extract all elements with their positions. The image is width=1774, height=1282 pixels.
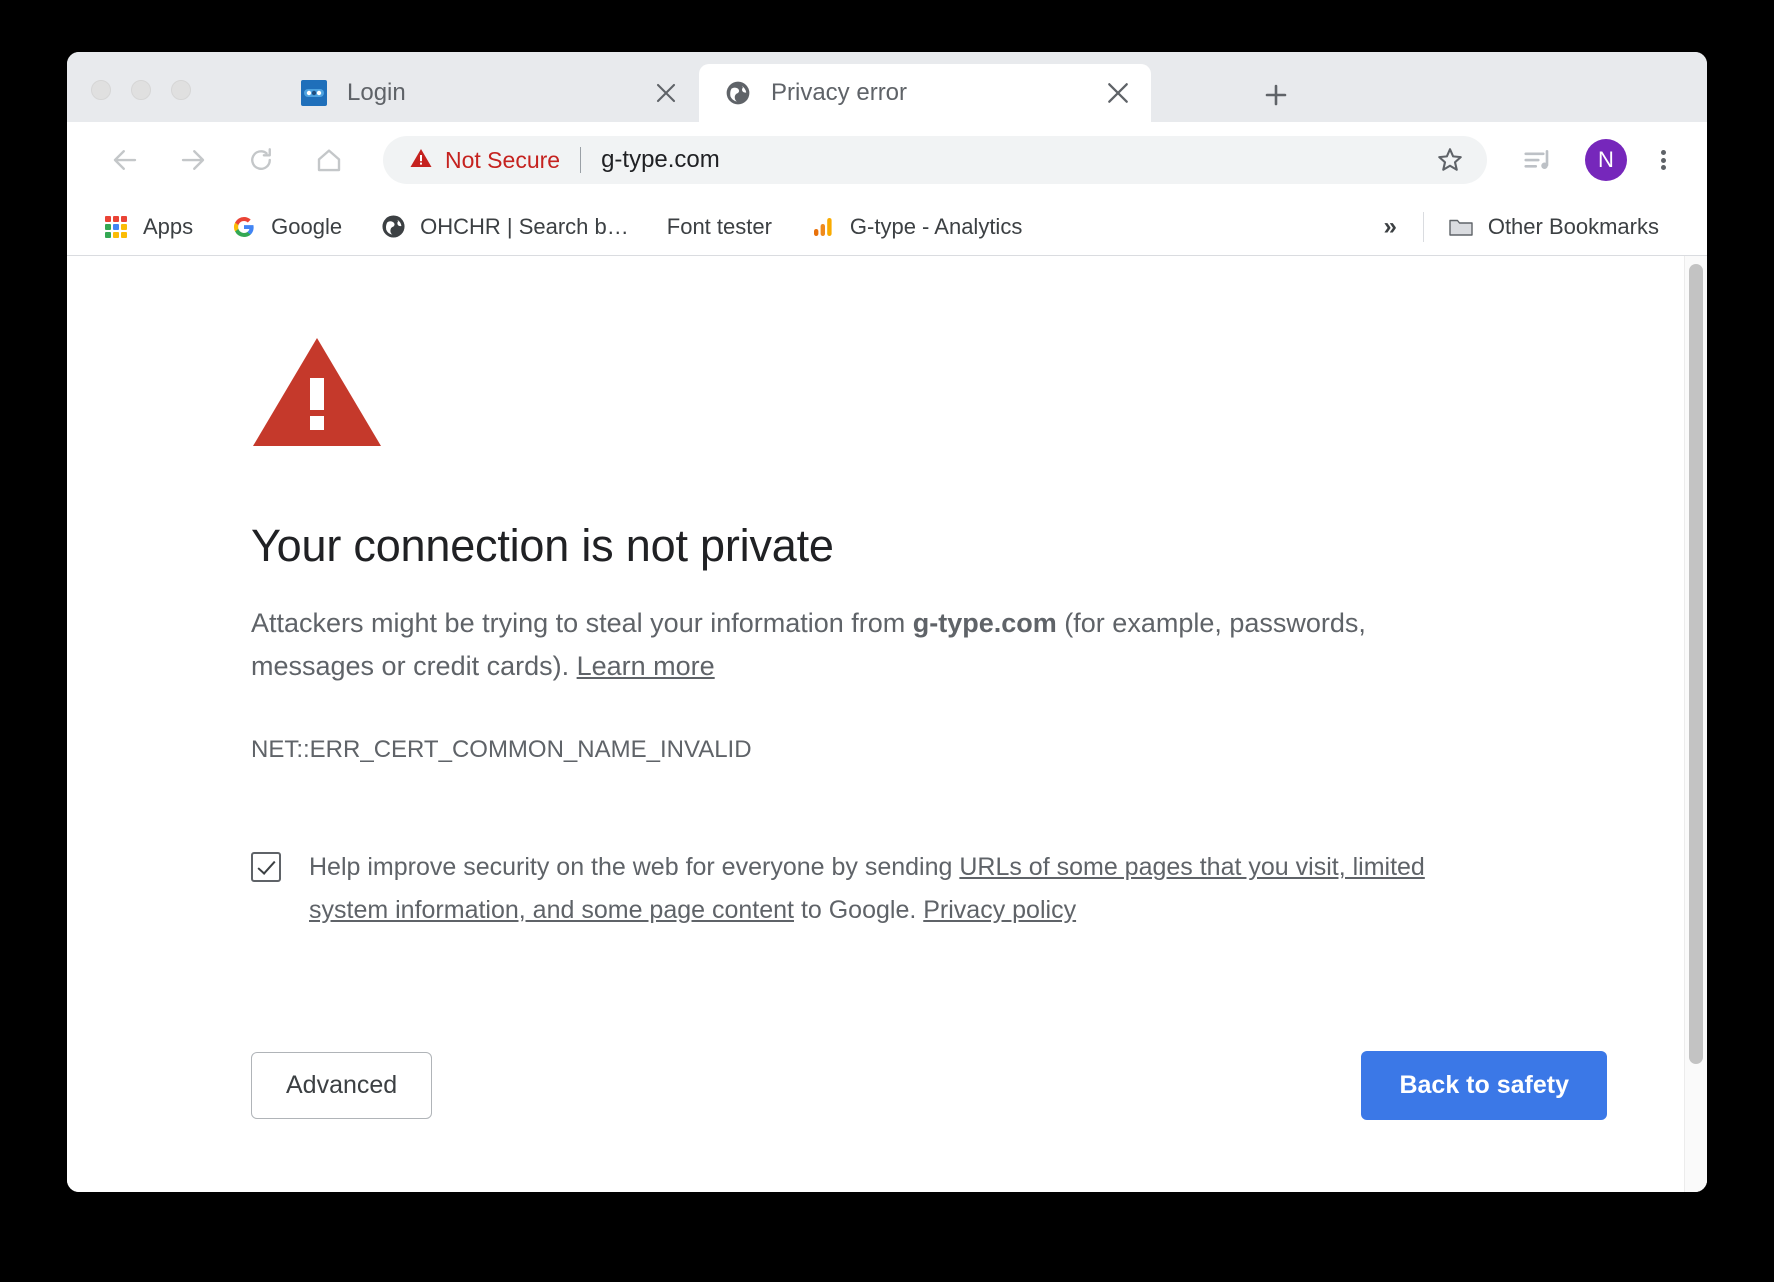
browser-toolbar: Not Secure g-type.com N xyxy=(67,122,1707,198)
page-viewport: Your connection is not private Attackers… xyxy=(67,256,1707,1192)
window-traffic-lights xyxy=(91,80,191,100)
tab-close-button[interactable] xyxy=(649,76,683,110)
tab-login[interactable]: Login xyxy=(279,64,699,122)
red-warning-triangle-icon xyxy=(251,334,383,450)
home-icon[interactable] xyxy=(305,136,353,184)
error-domain: g-type.com xyxy=(912,608,1057,638)
bookmarks-separator xyxy=(1422,211,1424,242)
minimize-window-button[interactable] xyxy=(131,80,151,100)
optin-text-part2: to Google. xyxy=(794,895,924,924)
close-window-button[interactable] xyxy=(91,80,111,100)
new-tab-button[interactable] xyxy=(1259,78,1293,112)
bookmarks-bar: Apps Google OHCHR | Search b… Font teste… xyxy=(67,198,1707,256)
interstitial-button-row: Advanced Back to safety xyxy=(251,1051,1607,1120)
tab-title: Privacy error xyxy=(771,79,908,106)
login-app-favicon xyxy=(301,80,327,106)
google-analytics-icon xyxy=(810,214,836,240)
bookmark-label: OHCHR | Search b… xyxy=(420,213,629,239)
url-text[interactable]: g-type.com xyxy=(601,146,1435,174)
security-status-badge[interactable]: Not Secure xyxy=(409,146,560,175)
bookmark-apps[interactable]: Apps xyxy=(91,207,205,247)
other-bookmarks-label: Other Bookmarks xyxy=(1487,213,1659,239)
bookmark-label: Google xyxy=(271,213,343,239)
bookmark-google[interactable]: Google xyxy=(219,207,354,247)
back-arrow-icon[interactable] xyxy=(101,136,149,184)
media-playlist-icon[interactable] xyxy=(1515,138,1559,182)
maximize-window-button[interactable] xyxy=(171,80,191,100)
tab-title: Login xyxy=(347,79,406,106)
optin-text-part1: Help improve security on the web for eve… xyxy=(309,853,960,882)
security-optin-checkbox[interactable] xyxy=(251,852,281,883)
omnibox-divider xyxy=(580,147,582,173)
tab-strip: Login Privacy error xyxy=(67,52,1707,122)
privacy-policy-link[interactable]: Privacy policy xyxy=(923,896,1076,924)
bookmark-g-type-analytics[interactable]: G-type - Analytics xyxy=(798,207,1034,247)
google-g-icon xyxy=(231,214,257,240)
ssl-interstitial: Your connection is not private Attackers… xyxy=(67,256,1487,931)
bookmark-ohchr[interactable]: OHCHR | Search b… xyxy=(368,207,641,247)
back-to-safety-button[interactable]: Back to safety xyxy=(1361,1051,1607,1120)
bookmark-font-tester[interactable]: Font tester xyxy=(655,207,784,247)
folder-icon xyxy=(1448,214,1474,240)
bookmark-label: G-type - Analytics xyxy=(849,213,1023,239)
star-outline-icon[interactable] xyxy=(1435,145,1465,175)
reload-icon[interactable] xyxy=(237,136,285,184)
error-description: Attackers might be trying to steal your … xyxy=(251,602,1487,688)
error-code: NET::ERR_CERT_COMMON_NAME_INVALID xyxy=(251,736,752,764)
bookmarks-overflow-button[interactable]: » xyxy=(1369,213,1410,241)
security-optin-text: Help improve security on the web for eve… xyxy=(309,846,1487,931)
security-optin-row: Help improve security on the web for eve… xyxy=(251,846,1487,931)
globe-icon xyxy=(380,214,406,240)
learn-more-link[interactable]: Learn more xyxy=(577,651,715,681)
other-bookmarks-folder[interactable]: Other Bookmarks xyxy=(1436,207,1671,247)
page-scrollbar-thumb[interactable] xyxy=(1689,264,1703,1064)
tab-close-button[interactable] xyxy=(1101,76,1135,110)
address-bar[interactable]: Not Secure g-type.com xyxy=(383,136,1487,184)
apps-grid-icon xyxy=(103,214,129,240)
profile-avatar[interactable]: N xyxy=(1585,139,1627,181)
forward-arrow-icon[interactable] xyxy=(169,136,217,184)
bookmark-label: Apps xyxy=(143,213,194,239)
not-secure-label: Not Secure xyxy=(445,146,561,173)
error-description-part1: Attackers might be trying to steal your … xyxy=(251,608,913,638)
browser-window: Login Privacy error Not Secure g-type.co… xyxy=(67,52,1707,1192)
tab-privacy-error[interactable]: Privacy error xyxy=(699,64,1151,122)
bookmark-label: Font tester xyxy=(666,213,772,239)
warning-triangle-icon xyxy=(409,146,433,175)
page-title: Your connection is not private xyxy=(251,520,834,571)
page-scrollbar[interactable] xyxy=(1684,256,1707,1192)
three-dot-menu-icon[interactable] xyxy=(1643,138,1683,182)
globe-favicon xyxy=(725,80,751,106)
advanced-button[interactable]: Advanced xyxy=(251,1052,433,1119)
